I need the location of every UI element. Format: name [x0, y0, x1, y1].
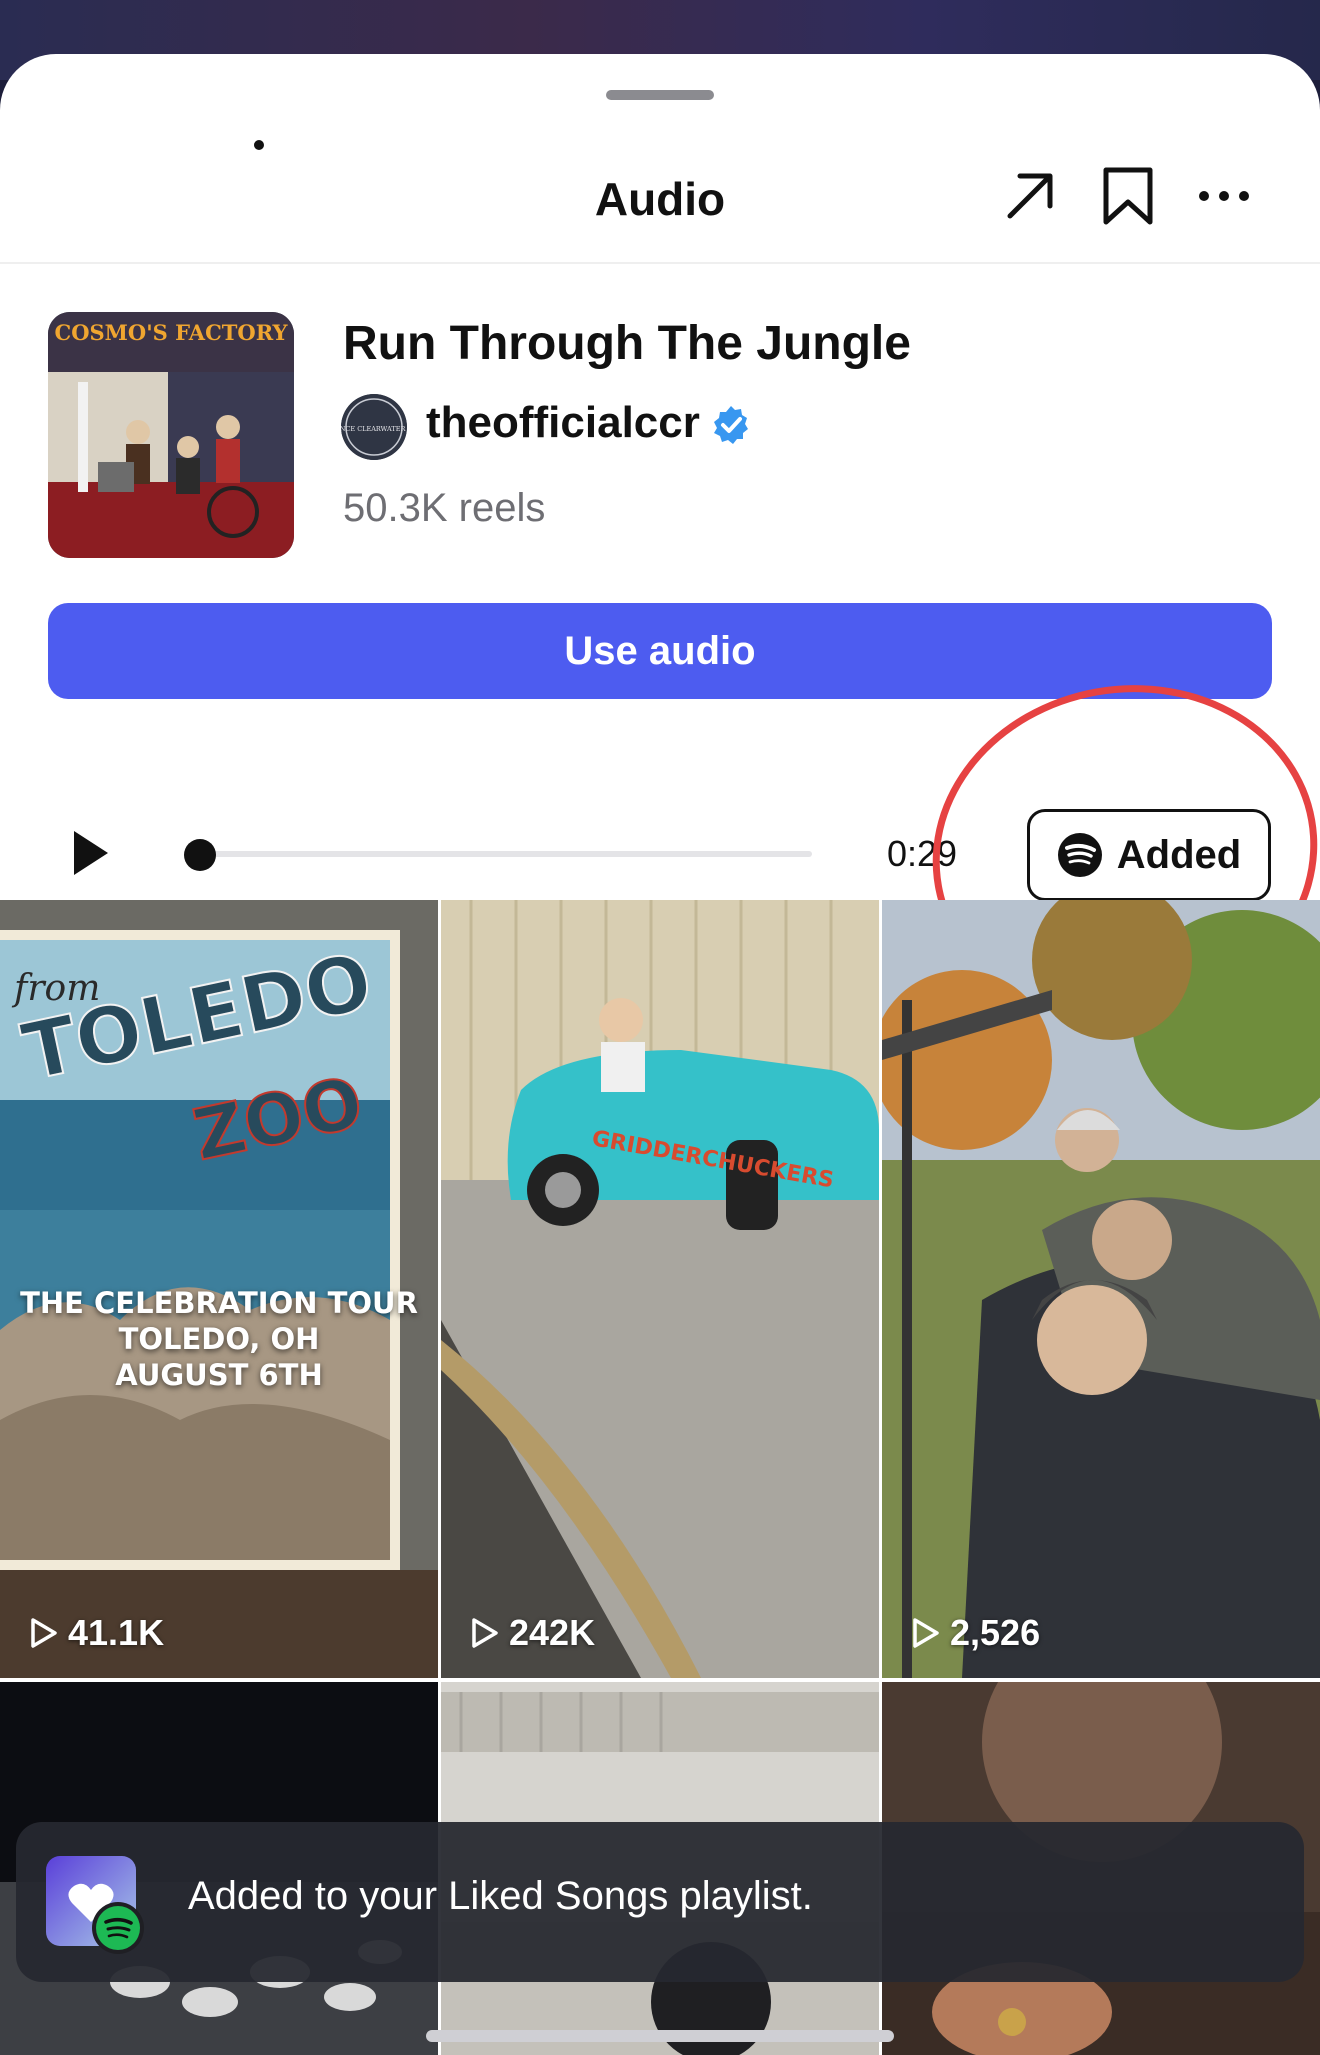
sheet-grabber[interactable]: [606, 90, 714, 100]
view-count: 242K: [467, 1612, 595, 1654]
progress-thumb[interactable]: [184, 839, 216, 871]
play-outline-icon: [26, 1616, 60, 1650]
use-audio-button[interactable]: Use audio: [48, 603, 1272, 699]
header-divider: [0, 262, 1320, 264]
toast-notification: Added to your Liked Songs playlist.: [16, 1822, 1304, 1982]
view-count: 2,526: [908, 1612, 1040, 1654]
view-count-value: 242K: [509, 1612, 596, 1653]
view-count-value: 2,526: [950, 1612, 1041, 1653]
bookmark-icon[interactable]: [1098, 166, 1158, 226]
view-count-value: 41.1K: [68, 1612, 165, 1653]
view-count: 41.1K: [26, 1612, 164, 1654]
artist-avatar[interactable]: CREEDENCE CLEARWATER REVIVAL: [341, 394, 407, 460]
home-indicator[interactable]: [426, 2030, 894, 2042]
artist-name[interactable]: theofficialccr: [426, 398, 700, 448]
verified-badge-icon: [710, 404, 752, 446]
audio-sheet: Audio COSMO'S FACTORY Run Through The Ju…: [0, 54, 1320, 2055]
cover-title: COSMO'S FACTORY: [54, 320, 288, 345]
progress-track[interactable]: [200, 851, 812, 857]
album-cover[interactable]: COSMO'S FACTORY: [48, 312, 294, 558]
liked-songs-icon: [46, 1856, 152, 1960]
play-outline-icon: [467, 1616, 501, 1650]
avatar-label: CREEDENCE CLEARWATER REVIVAL: [341, 425, 407, 433]
reels-count: 50.3K reels: [343, 486, 546, 530]
song-title: Run Through The Jungle: [343, 317, 911, 370]
reel-overlay-line-2: TOLEDO, OH: [118, 1322, 320, 1356]
reel-overlay-line-3: AUGUST 6TH: [115, 1358, 323, 1392]
reel-tile[interactable]: 2,526: [882, 900, 1320, 1678]
arrow-up-right-icon[interactable]: [1000, 166, 1060, 226]
play-outline-icon: [908, 1616, 942, 1650]
reel-tile[interactable]: GRIDDERCHUCKERS 242K: [441, 900, 879, 1678]
reel-overlay-line-1: THE CELEBRATION TOUR: [20, 1286, 418, 1320]
play-icon[interactable]: [70, 828, 112, 878]
status-dot: [254, 140, 264, 150]
toast-message: Added to your Liked Songs playlist.: [188, 1874, 813, 1918]
more-horizontal-icon[interactable]: [1194, 166, 1254, 226]
reel-tile[interactable]: from TOLEDO ZOO THE CELEBRATION TOUR TOL…: [0, 900, 438, 1678]
